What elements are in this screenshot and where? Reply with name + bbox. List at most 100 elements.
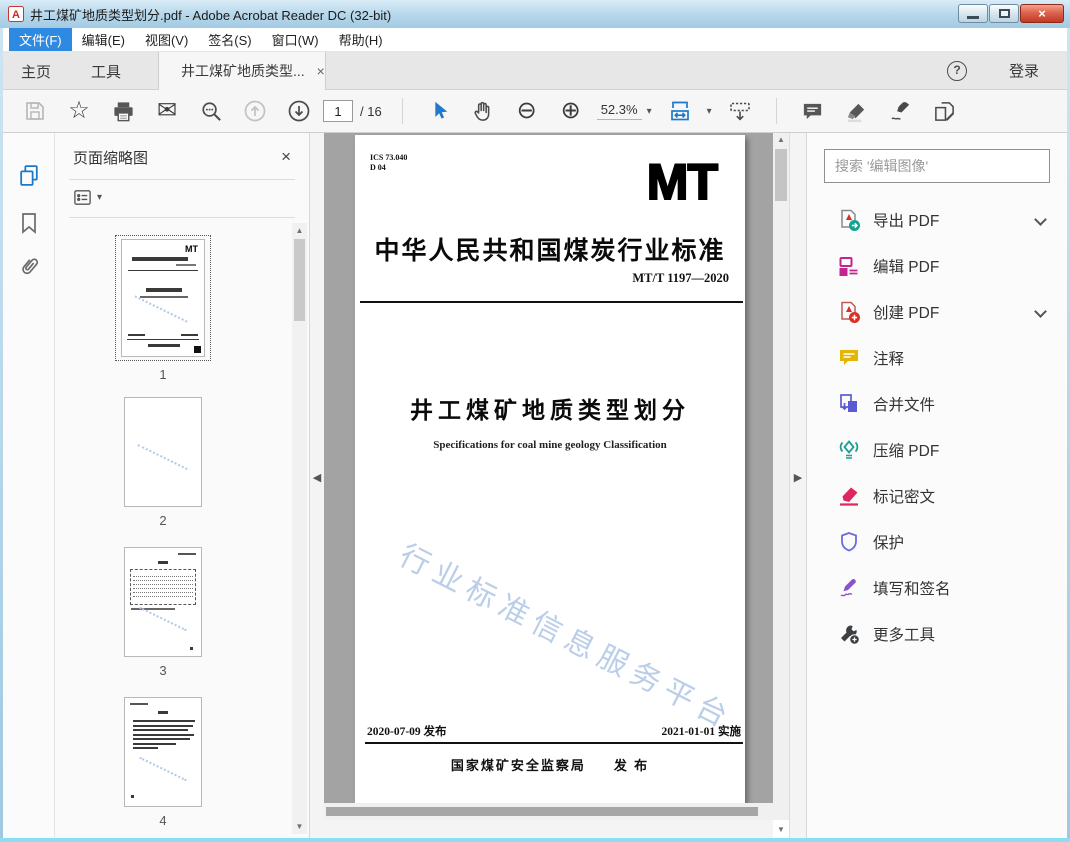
scrollbar-thumb[interactable]	[294, 239, 305, 321]
tool-combine-files[interactable]: 合并文件	[807, 381, 1067, 427]
thumb-number-bar	[176, 264, 196, 266]
thumbnail-page-4[interactable]: 4	[123, 697, 203, 828]
menu-file[interactable]: 文件(F)	[9, 28, 72, 51]
tool-fill-sign[interactable]: 填写和签名	[807, 565, 1067, 611]
previous-page-button[interactable]	[233, 90, 277, 133]
hand-tool-button[interactable]	[461, 90, 505, 133]
chevron-down-icon[interactable]	[1034, 213, 1047, 226]
login-button[interactable]: 登录	[1009, 60, 1039, 81]
create-pdf-icon	[841, 301, 860, 323]
tools-search-input[interactable]	[824, 149, 1050, 183]
select-tool-button[interactable]	[417, 90, 461, 133]
favorite-star-button[interactable]: ☆	[57, 90, 101, 133]
comment-button[interactable]	[791, 90, 835, 133]
menu-view[interactable]: 视图(V)	[135, 28, 198, 51]
tool-protect[interactable]: 保护	[807, 519, 1067, 565]
thumb-watermark	[139, 756, 187, 782]
left-panel-collapse-handle[interactable]: ◀	[310, 133, 324, 838]
next-page-button[interactable]	[277, 90, 321, 133]
main-toolbar: ☆ ✉ / 16 ⊖ ⊕ 52.3% ▾ ▾	[3, 90, 1067, 133]
page-thumbnails-panel-button[interactable]	[17, 163, 42, 193]
thumbnail-options-button[interactable]: ▾	[73, 188, 108, 207]
envelope-icon: ✉	[156, 97, 178, 124]
page-number-input[interactable]	[323, 100, 353, 122]
horizontal-scrollbar-thumb[interactable]	[326, 807, 758, 816]
fill-sign-button[interactable]	[923, 90, 967, 133]
close-button[interactable]: ×	[1020, 4, 1064, 23]
tab-tools[interactable]: 工具	[91, 52, 121, 90]
attachments-panel-button[interactable]	[17, 255, 41, 284]
pdf-page[interactable]: ICS 73.040 D 04 MT 中华人民共和国煤炭行业标准 MT/T 11…	[355, 135, 745, 803]
scroll-up-icon[interactable]: ▲	[773, 135, 789, 144]
save-button[interactable]	[13, 90, 57, 133]
search-button[interactable]	[189, 90, 233, 133]
tool-comment[interactable]: 注释	[807, 335, 1067, 381]
collapse-right-icon[interactable]: ▶	[790, 471, 806, 484]
scroll-down-icon[interactable]: ▼	[773, 825, 789, 834]
fit-width-button[interactable]	[658, 90, 702, 133]
zoom-level-value[interactable]: 52.3%	[596, 102, 642, 120]
collapse-left-icon[interactable]: ◀	[310, 471, 324, 484]
document-title: 井工煤矿地质类型划分	[410, 397, 690, 423]
thumb-rule	[127, 339, 199, 340]
export-pdf-icon	[841, 209, 860, 231]
scroll-mode-button[interactable]	[718, 90, 762, 133]
menu-edit[interactable]: 编辑(E)	[72, 28, 135, 51]
right-panel-collapse-handle[interactable]: ▶	[789, 133, 806, 838]
vertical-scrollbar-thumb[interactable]	[775, 149, 787, 201]
mt-logo: MT	[646, 154, 719, 210]
implement-date: 2021-01-01 实施	[661, 726, 741, 738]
tool-label: 创建 PDF	[873, 305, 940, 322]
fit-width-icon	[670, 101, 689, 121]
star-icon: ☆	[68, 97, 90, 124]
menu-help[interactable]: 帮助(H)	[329, 28, 393, 51]
tool-more-tools[interactable]: 更多工具	[807, 611, 1067, 657]
tool-redact[interactable]: 标记密文	[807, 473, 1067, 519]
thumbnail-page-2[interactable]: 2	[123, 397, 203, 528]
scroll-up-icon[interactable]: ▲	[292, 226, 307, 235]
thumb-subtitle-bar	[140, 296, 188, 298]
panel-close-icon[interactable]: ×	[281, 147, 291, 167]
maximize-button[interactable]	[989, 4, 1019, 23]
email-button[interactable]: ✉	[145, 90, 189, 133]
zoom-in-button[interactable]: ⊕	[549, 90, 593, 133]
protect-shield-icon	[841, 532, 857, 552]
tool-edit-pdf[interactable]: 编辑 PDF	[807, 243, 1067, 289]
zoom-out-button[interactable]: ⊖	[505, 90, 549, 133]
tab-home[interactable]: 主页	[21, 52, 51, 90]
horizontal-scrollbar[interactable]	[324, 803, 773, 820]
thumb-heading-bar	[132, 257, 188, 261]
tab-bar: 主页 工具 井工煤矿地质类型... × ? 登录	[3, 52, 1067, 90]
toolbar-divider	[401, 98, 403, 124]
bookmarks-panel-button[interactable]	[17, 211, 41, 240]
print-icon	[113, 101, 133, 121]
tool-label: 注释	[873, 351, 905, 368]
document-area-footer	[324, 820, 773, 838]
thumbnail-page-3[interactable]: 3	[123, 547, 203, 678]
vertical-scrollbar[interactable]: ▲ ▼	[773, 133, 789, 834]
fit-dropdown-caret-icon[interactable]: ▾	[707, 106, 712, 117]
menu-window[interactable]: 窗口(W)	[262, 28, 329, 51]
date-row: 2020-07-09 发布 2021-01-01 实施	[367, 723, 741, 739]
thumb-watermark	[139, 606, 187, 632]
help-button[interactable]: ?	[947, 61, 967, 81]
thumbnail-page-1[interactable]: MT 1	[115, 235, 211, 382]
thumbnails-scrollbar[interactable]: ▲ ▼	[292, 223, 307, 834]
sign-button[interactable]	[879, 90, 923, 133]
fill-sign-icon	[935, 101, 955, 121]
menu-sign[interactable]: 签名(S)	[198, 28, 261, 51]
tool-export-pdf[interactable]: 导出 PDF	[807, 197, 1067, 243]
tab-document-label: 井工煤矿地质类型...	[181, 63, 305, 79]
chevron-down-icon[interactable]	[1034, 305, 1047, 318]
minimize-button[interactable]	[958, 4, 988, 23]
zoom-dropdown-caret-icon[interactable]: ▾	[647, 106, 652, 117]
print-button[interactable]	[101, 90, 145, 133]
thumbnail-number: 3	[159, 663, 167, 678]
tool-compress-pdf[interactable]: 压缩 PDF	[807, 427, 1067, 473]
scroll-down-icon[interactable]: ▼	[292, 822, 307, 831]
tab-document[interactable]: 井工煤矿地质类型... ×	[158, 52, 326, 90]
highlight-button[interactable]	[835, 90, 879, 133]
maximize-icon	[998, 9, 1010, 18]
tool-create-pdf[interactable]: 创建 PDF	[807, 289, 1067, 335]
tab-close-icon[interactable]: ×	[317, 63, 325, 79]
